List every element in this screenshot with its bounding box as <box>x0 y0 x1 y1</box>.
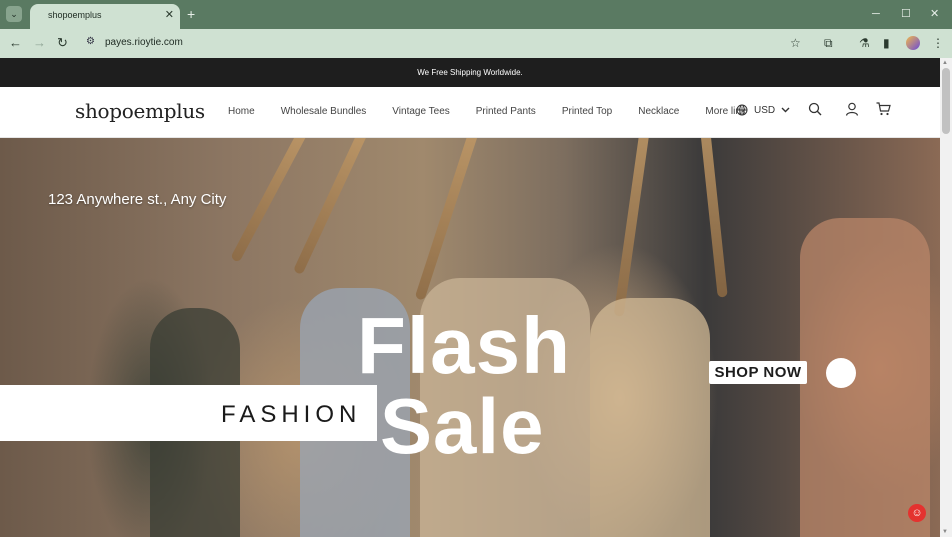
forward-icon[interactable]: → <box>33 35 46 51</box>
hero-address: 123 Anywhere st., Any City <box>48 191 227 208</box>
main-nav: Home Wholesale Bundles Vintage Tees Prin… <box>228 106 772 117</box>
new-tab-button[interactable]: + <box>187 6 195 22</box>
headline-sale: Sale <box>380 382 545 470</box>
chat-widget-icon[interactable]: ☺ <box>908 504 926 522</box>
nav-printed-pants[interactable]: Printed Pants <box>476 106 536 117</box>
page-viewport: We Free Shipping Worldwide. shopoemplus … <box>0 58 940 537</box>
nav-wholesale-bundles[interactable]: Wholesale Bundles <box>281 106 367 117</box>
address-bar[interactable]: ⚙ payes.rioytie.com <box>80 32 820 55</box>
browser-tab-strip: ⌄ shopoemplus ✕ + ─ ☐ ✕ <box>0 0 952 29</box>
minimize-icon[interactable]: ─ <box>872 6 880 22</box>
reload-icon[interactable]: ↻ <box>57 35 68 51</box>
fashion-band: FASHION <box>0 385 377 441</box>
nav-vintage-tees[interactable]: Vintage Tees <box>392 106 449 117</box>
site-logo[interactable]: shopoemplus <box>75 99 205 123</box>
scroll-down-icon[interactable]: ▼ <box>942 529 948 535</box>
bookmark-star-icon[interactable]: ☆ <box>790 35 801 51</box>
hanger-decoration <box>700 138 728 298</box>
decorative-dot <box>826 358 856 388</box>
back-icon[interactable]: ← <box>9 35 22 51</box>
headline-flash: Flash <box>357 301 571 390</box>
garment-decoration <box>590 298 710 537</box>
hero-banner: 123 Anywhere st., Any City FASHION Flash… <box>0 138 940 537</box>
hanger-decoration <box>414 138 480 301</box>
close-window-icon[interactable]: ✕ <box>930 6 939 22</box>
site-header: shopoemplus Home Wholesale Bundles Vinta… <box>0 87 940 138</box>
scrollbar-thumb[interactable] <box>942 68 950 134</box>
hanger-decoration <box>230 138 310 263</box>
garment-decoration <box>800 218 930 537</box>
hanger-decoration <box>613 138 650 317</box>
hanger-decoration <box>292 138 370 276</box>
nav-home[interactable]: Home <box>228 106 255 117</box>
labs-icon[interactable]: ⚗ <box>859 35 870 51</box>
chevron-down-icon <box>781 107 790 113</box>
browser-toolbar: ← → ↻ ⚙ payes.rioytie.com ☆ ⧉ ⚗ ▮ ⋮ <box>0 29 952 58</box>
nav-printed-top[interactable]: Printed Top <box>562 106 612 117</box>
site-info-icon[interactable]: ⚙ <box>86 36 95 47</box>
shop-now-button[interactable]: SHOP NOW <box>709 361 807 384</box>
fashion-label: FASHION <box>221 401 362 428</box>
cart-icon[interactable] <box>876 102 891 116</box>
currency-selector[interactable]: USD <box>736 104 790 116</box>
tab-close-icon[interactable]: ✕ <box>165 8 174 21</box>
extensions-icon[interactable]: ⧉ <box>824 35 833 51</box>
announcement-bar: We Free Shipping Worldwide. <box>0 58 940 87</box>
page-scrollbar[interactable]: ▲ ▼ <box>940 58 952 537</box>
tab-search-icon[interactable]: ⌄ <box>6 6 22 22</box>
scroll-up-icon[interactable]: ▲ <box>942 60 948 66</box>
currency-label: USD <box>754 104 776 116</box>
browser-tab[interactable]: shopoemplus ✕ <box>30 4 180 29</box>
url-text[interactable]: payes.rioytie.com <box>105 37 183 48</box>
account-icon[interactable] <box>845 102 859 116</box>
side-panel-icon[interactable]: ▮ <box>883 35 890 51</box>
menu-icon[interactable]: ⋮ <box>932 35 944 51</box>
tab-title: shopoemplus <box>48 10 102 20</box>
profile-icon[interactable] <box>906 36 920 50</box>
nav-necklace[interactable]: Necklace <box>638 106 679 117</box>
search-icon[interactable] <box>808 102 822 116</box>
maximize-icon[interactable]: ☐ <box>901 6 911 22</box>
globe-icon <box>736 104 748 116</box>
